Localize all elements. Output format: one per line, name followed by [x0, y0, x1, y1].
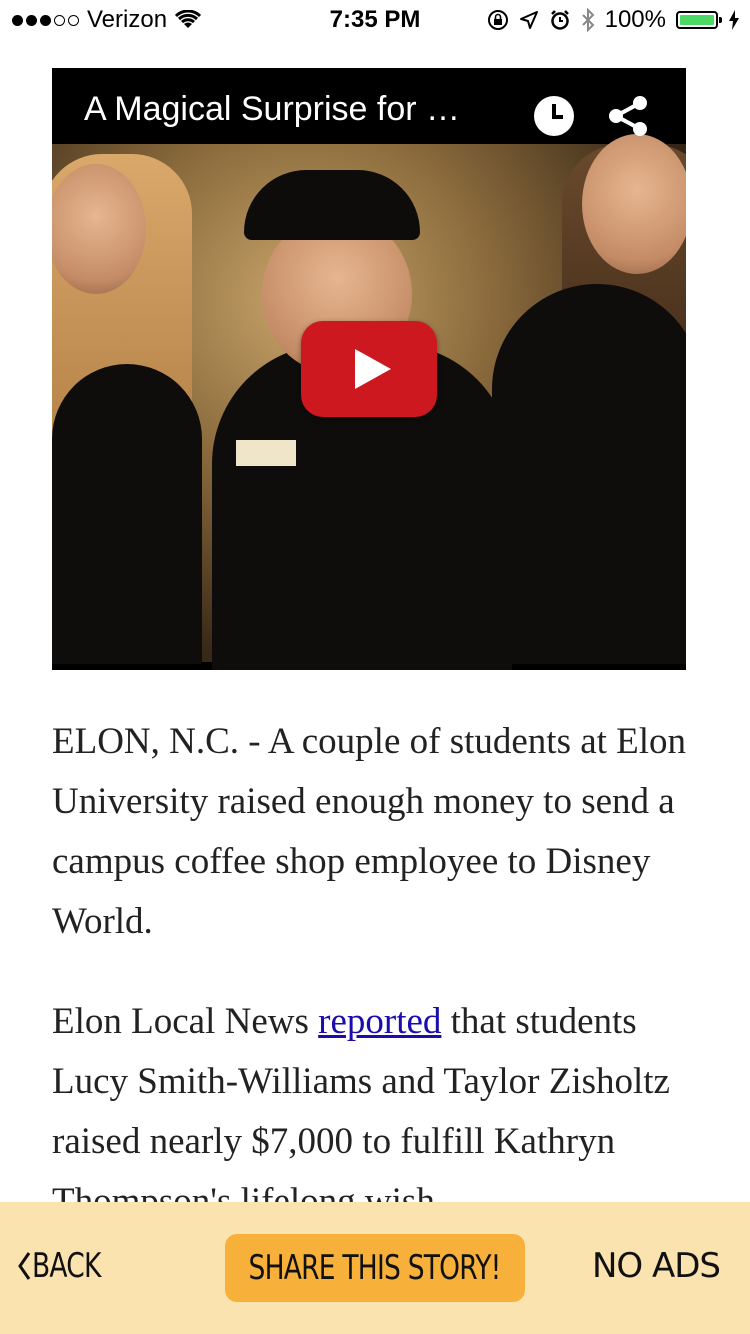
article-paragraph: ELON, N.C. - A couple of students at Elo… [52, 721, 687, 942]
bottom-action-bar: BACK SHARE THIS STORY! NO ADS [0, 1202, 750, 1334]
no-ads-label: NO ADS [591, 1246, 721, 1286]
battery-icon [676, 11, 722, 29]
share-icon[interactable] [606, 94, 650, 138]
reported-link[interactable]: reported [318, 1001, 441, 1042]
article-paragraph: Elon Local News reported that students L… [52, 992, 712, 1232]
back-button[interactable]: BACK [16, 1246, 120, 1286]
share-story-button[interactable]: SHARE THIS STORY! [225, 1234, 525, 1302]
no-ads-button[interactable]: NO ADS [591, 1246, 721, 1286]
rotation-lock-icon [487, 10, 508, 30]
video-title[interactable]: A Magical Surprise for … [84, 90, 460, 129]
clock-icon[interactable] [532, 94, 576, 138]
charging-icon [729, 10, 739, 30]
battery-percent: 100% [604, 6, 666, 33]
alarm-icon [550, 10, 569, 30]
play-icon [355, 349, 391, 389]
video-player[interactable]: A Magical Surprise for … [52, 68, 686, 670]
play-button[interactable] [301, 321, 437, 417]
paragraph-text: Elon Local News [52, 1001, 319, 1042]
location-icon [519, 11, 538, 29]
chevron-left-icon [18, 1252, 31, 1280]
status-icons: 100% [487, 6, 740, 34]
status-bar: Verizon 7:35 PM 100% [0, 0, 750, 40]
bluetooth-icon [581, 8, 595, 32]
share-story-label: SHARE THIS STORY! [249, 1248, 502, 1288]
article-body: ELON, N.C. - A couple of students at Elo… [52, 712, 712, 1272]
back-label: BACK [32, 1246, 101, 1286]
